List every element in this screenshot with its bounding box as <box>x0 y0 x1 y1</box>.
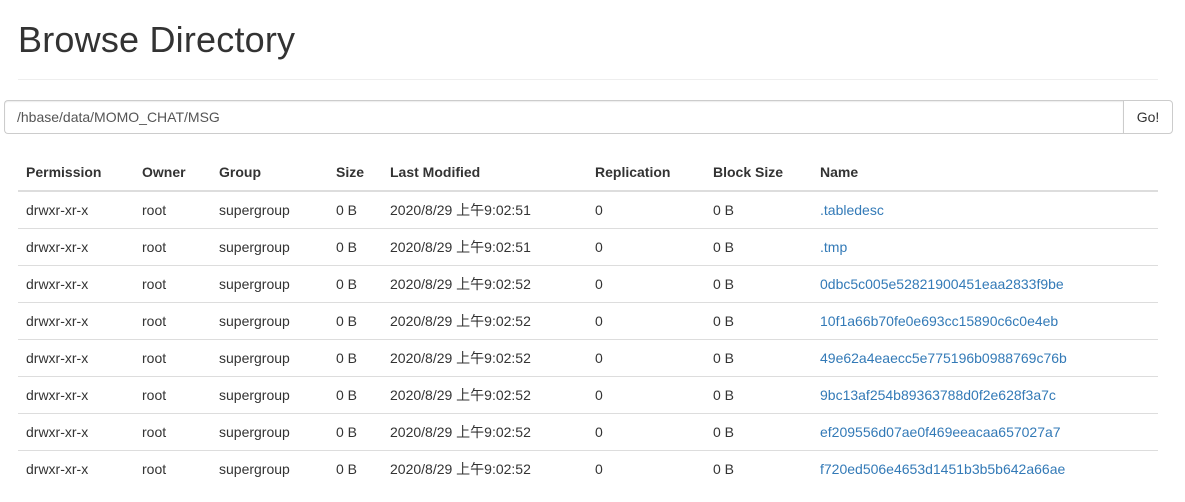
cell-block-size: 0 B <box>705 413 812 451</box>
path-form: Go! <box>4 100 1173 134</box>
cell-group: supergroup <box>211 302 328 340</box>
cell-owner: root <box>142 461 167 477</box>
cell-group: supergroup <box>211 191 328 229</box>
cell-permission: drwxr-xr-x <box>18 228 134 266</box>
cell-replication: 0 <box>587 191 705 229</box>
cell-group: supergroup <box>211 228 328 266</box>
table-row: drwxr-xr-x root supergroup 0 B 2020/8/29… <box>18 228 1158 266</box>
cell-replication: 0 <box>587 302 705 340</box>
file-link[interactable]: ef209556d07ae0f469eeacaa657027a7 <box>820 424 1061 440</box>
cell-last-modified: 2020/8/29 上午9:02:52 <box>382 265 587 303</box>
cell-replication: 0 <box>587 376 705 414</box>
cell-name: ef209556d07ae0f469eeacaa657027a7 <box>812 413 1158 451</box>
column-header-permission[interactable]: Permission <box>18 153 134 192</box>
cell-permission: drwxr-xr-x <box>18 339 134 377</box>
cell-permission: drwxr-xr-x <box>18 413 134 451</box>
cell-group: supergroup <box>211 376 328 414</box>
cell-permission: drwxr-xr-x <box>26 461 89 477</box>
file-link[interactable]: 10f1a66b70fe0e693cc15890c6c0e4eb <box>820 313 1058 329</box>
cell-block-size: 0 B <box>705 228 812 266</box>
cell-name: 9bc13af254b89363788d0f2e628f3a7c <box>812 376 1158 414</box>
column-header-replication[interactable]: Replication <box>587 153 705 192</box>
cell-owner: root <box>134 228 211 266</box>
cell-name: 49e62a4eaecc5e775196b0988769c76b <box>812 339 1158 377</box>
path-input[interactable] <box>4 100 1123 134</box>
cell-owner: root <box>134 191 211 229</box>
cell-replication: 0 <box>587 339 705 377</box>
cell-owner: root <box>134 339 211 377</box>
cell-permission: drwxr-xr-x <box>18 376 134 414</box>
cell-last-modified: 2020/8/29 上午9:02:52 <box>382 339 587 377</box>
cell-group: supergroup <box>211 339 328 377</box>
cell-permission: drwxr-xr-x <box>18 302 134 340</box>
table-row: drwxr-xr-x root supergroup 0 B 2020/8/29… <box>18 265 1158 303</box>
cell-last-modified: 2020/8/29 上午9:02:52 <box>390 461 531 477</box>
table-row: drwxr-xr-x root supergroup 0 B 2020/8/29… <box>18 339 1158 377</box>
table-row: drwxr-xr-x root supergroup 0 B 2020/8/29… <box>18 191 1158 229</box>
directory-table: Permission Owner Group Size Last Modifie… <box>18 153 1158 487</box>
cell-owner: root <box>134 302 211 340</box>
cell-last-modified: 2020/8/29 上午9:02:52 <box>382 413 587 451</box>
cell-size: 0 B <box>328 302 382 340</box>
table-header-row: Permission Owner Group Size Last Modifie… <box>18 153 1158 192</box>
column-header-group[interactable]: Group <box>211 153 328 192</box>
column-header-size[interactable]: Size <box>328 153 382 192</box>
file-link[interactable]: 0dbc5c005e52821900451eaa2833f9be <box>820 276 1064 292</box>
cell-group: supergroup <box>211 265 328 303</box>
file-link[interactable]: 9bc13af254b89363788d0f2e628f3a7c <box>820 387 1056 403</box>
go-button[interactable]: Go! <box>1123 100 1173 134</box>
cell-size: 0 B <box>328 339 382 377</box>
cell-block-size: 0 B <box>705 339 812 377</box>
cell-last-modified: 2020/8/29 上午9:02:52 <box>382 376 587 414</box>
table-row: drwxr-xr-x root supergroup 0 B 2020/8/29… <box>18 413 1158 451</box>
cell-size: 0 B <box>328 376 382 414</box>
cell-replication: 0 <box>587 265 705 303</box>
cell-block-size: 0 B <box>705 191 812 229</box>
cell-last-modified: 2020/8/29 上午9:02:51 <box>382 191 587 229</box>
cell-permission: drwxr-xr-x <box>18 265 134 303</box>
cell-replication: 0 <box>595 461 603 477</box>
column-header-block-size[interactable]: Block Size <box>705 153 812 192</box>
cell-name: 10f1a66b70fe0e693cc15890c6c0e4eb <box>812 302 1158 340</box>
column-header-name[interactable]: Name <box>812 153 1158 192</box>
cell-group: supergroup <box>211 413 328 451</box>
cell-last-modified: 2020/8/29 上午9:02:52 <box>382 302 587 340</box>
table-row: drwxr-xr-x root supergroup 0 B 2020/8/29… <box>18 451 1158 488</box>
file-link[interactable]: f720ed506e4653d1451b3b5b642a66ae <box>820 461 1065 477</box>
cell-replication: 0 <box>587 228 705 266</box>
column-header-last-modified[interactable]: Last Modified <box>382 153 587 192</box>
page-title: Browse Directory <box>18 19 296 60</box>
cell-size: 0 B <box>336 461 358 477</box>
cell-name: .tabledesc <box>812 191 1158 229</box>
cell-owner: root <box>134 376 211 414</box>
cell-last-modified: 2020/8/29 上午9:02:51 <box>382 228 587 266</box>
cell-owner: root <box>134 413 211 451</box>
cell-size: 0 B <box>328 228 382 266</box>
cell-size: 0 B <box>328 413 382 451</box>
cell-block-size: 0 B <box>713 461 735 477</box>
cell-name: f720ed506e4653d1451b3b5b642a66ae <box>812 451 1158 488</box>
file-link[interactable]: .tabledesc <box>820 202 884 218</box>
cell-name: 0dbc5c005e52821900451eaa2833f9be <box>812 265 1158 303</box>
cell-group: supergroup <box>219 461 290 477</box>
file-link[interactable]: 49e62a4eaecc5e775196b0988769c76b <box>820 350 1067 366</box>
table-row: drwxr-xr-x root supergroup 0 B 2020/8/29… <box>18 376 1158 414</box>
cell-block-size: 0 B <box>705 302 812 340</box>
cell-block-size: 0 B <box>705 376 812 414</box>
cell-block-size: 0 B <box>705 265 812 303</box>
file-link[interactable]: .tmp <box>820 239 847 255</box>
page-header: Browse Directory <box>18 18 1158 80</box>
cell-owner: root <box>134 265 211 303</box>
column-header-owner[interactable]: Owner <box>134 153 211 192</box>
cell-name: .tmp <box>812 228 1158 266</box>
cell-replication: 0 <box>587 413 705 451</box>
table-row: drwxr-xr-x root supergroup 0 B 2020/8/29… <box>18 302 1158 340</box>
cell-size: 0 B <box>328 191 382 229</box>
cell-permission: drwxr-xr-x <box>18 191 134 229</box>
cell-size: 0 B <box>328 265 382 303</box>
